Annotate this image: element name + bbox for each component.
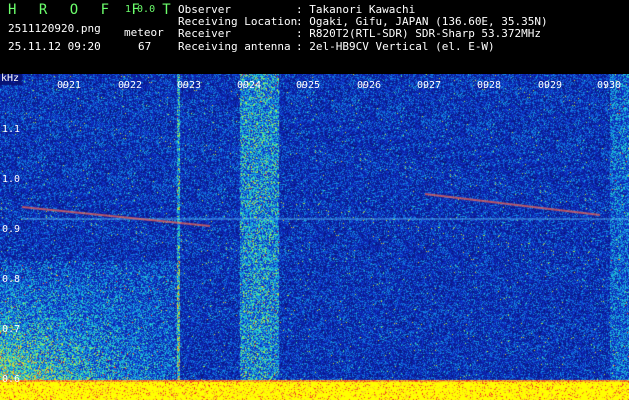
receiver-label: Receiver: [178, 27, 231, 41]
time-tick-label: 0923: [177, 80, 202, 91]
freq-tick-label: 1.1: [2, 124, 21, 135]
time-tick-label: 0930: [597, 80, 622, 91]
header-panel: H R O F F T 1.0.0 2511120920.png meteor …: [0, 0, 629, 74]
observer-value: Takanori Kawachi: [309, 3, 416, 16]
time-tick-label: 0929: [538, 80, 563, 91]
spectrogram-waterfall: [0, 74, 629, 400]
freq-tick-label: 0.7: [2, 324, 21, 335]
freq-tick-label: 0.6: [2, 374, 21, 385]
freq-tick-label: 0.9: [2, 224, 21, 235]
meteor-count: 67: [138, 40, 152, 53]
antenna-label: Receiving antenna: [178, 39, 291, 53]
time-tick-label: 0927: [417, 80, 442, 91]
mode-label: meteor: [124, 26, 164, 39]
station-info: Observer: Takanori Kawachi Receiving Loc…: [178, 3, 548, 53]
time-tick-label: 0924: [237, 80, 262, 91]
time-tick-label: 0926: [357, 80, 382, 91]
frequency-unit-label: kHz: [1, 73, 20, 84]
app-version: 1.0.0: [125, 4, 156, 15]
file-name: 2511120920.png: [8, 22, 101, 35]
receiver-value: R820T2(RTL-SDR) SDR-Sharp 53.372MHz: [309, 27, 542, 41]
time-tick-label: 0928: [477, 80, 502, 91]
freq-tick-label: 1.0: [2, 174, 21, 185]
time-tick-label: 0922: [118, 80, 143, 91]
location-value: Ogaki, Gifu, JAPAN (136.60E, 35.35N): [309, 15, 548, 29]
freq-tick-label: 0.8: [2, 274, 21, 285]
capture-datetime: 25.11.12 09:20: [8, 40, 101, 53]
antenna-value: 2el-HB9CV Vertical (el. E-W): [309, 39, 495, 53]
time-tick-label: 0921: [57, 80, 82, 91]
time-tick-label: 0925: [296, 80, 321, 91]
